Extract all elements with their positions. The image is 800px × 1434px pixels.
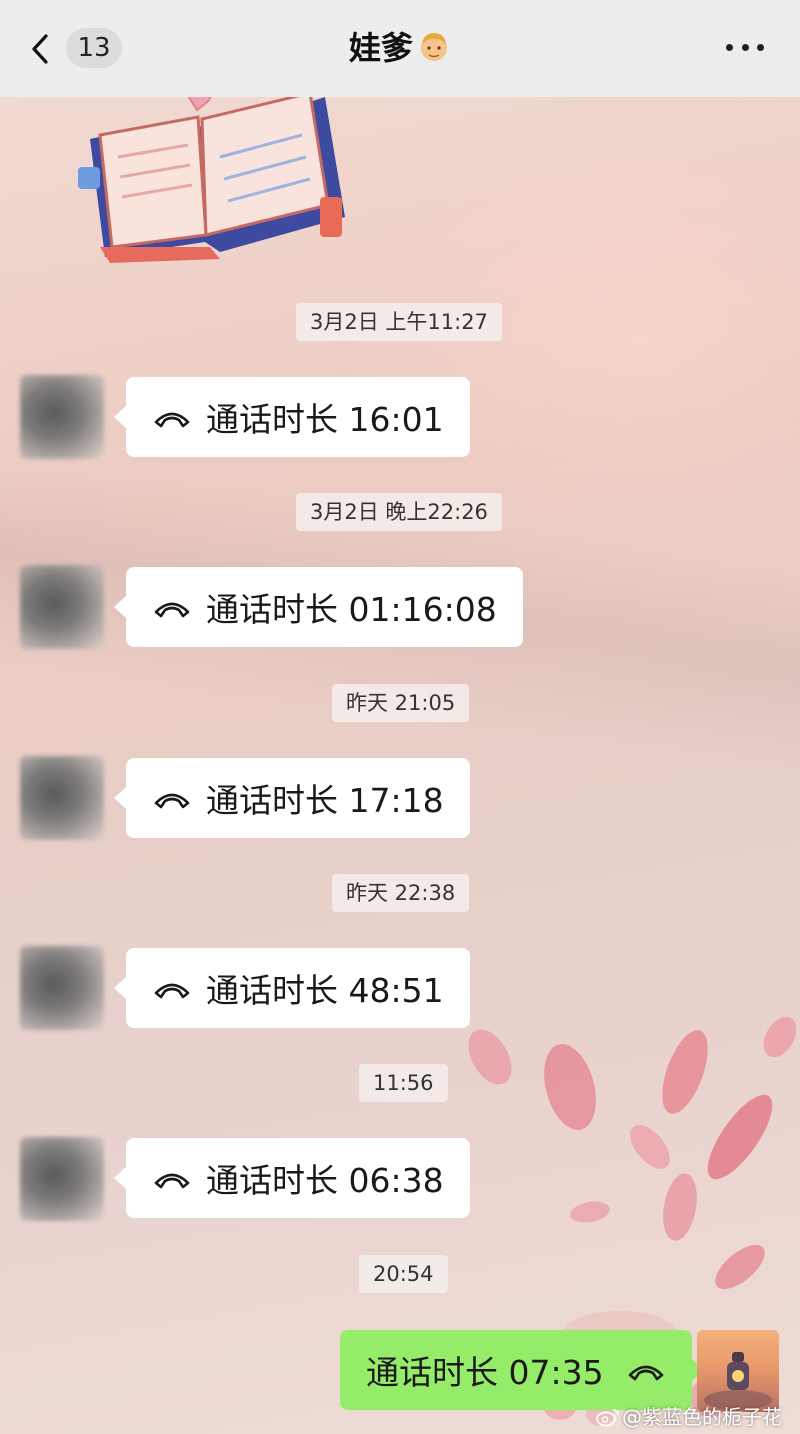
contact-avatar[interactable] (20, 756, 104, 840)
call-record-bubble[interactable]: 通话时长 16:01 (114, 377, 470, 457)
watermark-text: @紫蓝色的栀子花 (622, 1405, 782, 1429)
contact-avatar[interactable] (20, 375, 104, 459)
call-record-bubble[interactable]: 通话时长 01:16:08 (114, 567, 523, 647)
chat-background[interactable]: 3月2日 上午11:27 通话时长 16:01 3月2日 晚上22:26 通话时… (0, 97, 800, 1434)
chat-header: 13 娃爹 (0, 0, 800, 97)
man-face-emoji-icon (421, 33, 447, 61)
call-duration-text: 通话时长 07:35 (366, 1353, 604, 1392)
call-duration-text: 通话时长 01:16:08 (206, 590, 497, 629)
message-timestamp: 3月2日 晚上22:26 (296, 493, 502, 531)
phone-hangup-icon (154, 602, 190, 618)
message-timestamp: 昨天 22:38 (332, 874, 470, 912)
chat-title: 娃爹 (0, 26, 800, 70)
more-options-button[interactable] (726, 44, 764, 54)
call-duration-text: 通话时长 06:38 (206, 1161, 444, 1200)
phone-hangup-icon (154, 793, 190, 809)
phone-hangup-icon (628, 1365, 663, 1381)
book-sticker-icon (78, 97, 345, 263)
self-avatar[interactable] (697, 1330, 779, 1412)
call-record-bubble[interactable]: 通话时长 48:51 (114, 948, 470, 1028)
weibo-logo-icon (596, 1409, 619, 1427)
contact-name: 娃爹 (348, 29, 413, 67)
dot-icon (757, 44, 764, 51)
message-timestamp: 11:56 (359, 1064, 448, 1102)
phone-hangup-icon (154, 412, 190, 428)
call-duration-text: 通话时长 16:01 (206, 400, 444, 439)
call-record-bubble-outgoing[interactable]: 通话时长 07:35 (340, 1330, 704, 1410)
phone-hangup-icon (154, 983, 190, 999)
message-timestamp: 20:54 (359, 1255, 448, 1293)
call-duration-text: 通话时长 48:51 (206, 971, 444, 1010)
contact-avatar[interactable] (20, 946, 104, 1030)
contact-avatar[interactable] (20, 565, 104, 649)
contact-avatar[interactable] (20, 1137, 104, 1221)
message-timestamp: 昨天 21:05 (332, 684, 470, 722)
lantern-image-icon (704, 1352, 772, 1410)
message-timestamp: 3月2日 上午11:27 (296, 303, 502, 341)
dot-icon (741, 44, 749, 51)
dot-icon (726, 44, 733, 51)
call-record-bubble[interactable]: 通话时长 17:18 (114, 758, 470, 838)
call-record-bubble[interactable]: 通话时长 06:38 (114, 1138, 470, 1218)
call-duration-text: 通话时长 17:18 (206, 781, 444, 820)
watermark: @紫蓝色的栀子花 (596, 1401, 782, 1430)
phone-hangup-icon (154, 1173, 190, 1189)
